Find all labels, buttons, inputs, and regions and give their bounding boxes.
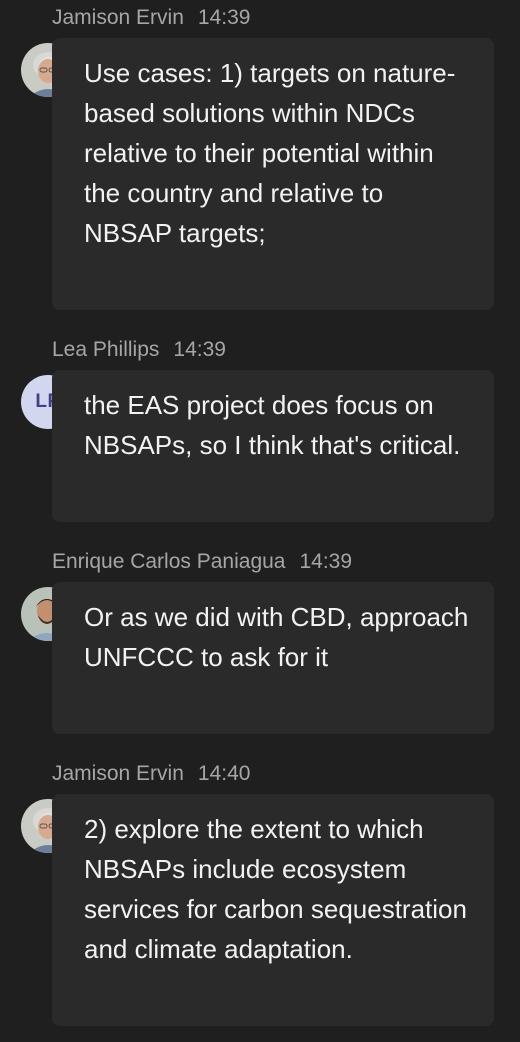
message-bubble[interactable]: the EAS project does focus on NBSAPs, so… xyxy=(52,370,494,522)
author-name[interactable]: Enrique Carlos Paniagua xyxy=(52,550,285,573)
message-header: Jamison Ervin 14:40 xyxy=(52,760,250,788)
message-time: 14:39 xyxy=(299,550,353,573)
message-bubble[interactable]: Or as we did with CBD, approach UNFCCC t… xyxy=(52,582,494,734)
message-text: the EAS project does focus on NBSAPs, so… xyxy=(84,390,461,460)
message-time: 14:39 xyxy=(173,338,226,361)
message-header: Jamison Ervin 14:39 xyxy=(52,4,250,32)
message-text: 2) explore the extent to which NBSAPs in… xyxy=(84,814,467,964)
author-name[interactable]: Lea Phillips xyxy=(52,338,159,361)
message-text: Or as we did with CBD, approach UNFCCC t… xyxy=(84,602,469,672)
message-bubble[interactable]: 2) explore the extent to which NBSAPs in… xyxy=(52,794,494,1026)
author-name[interactable]: Jamison Ervin xyxy=(52,762,184,785)
message-header: Enrique Carlos Paniagua 14:39 xyxy=(52,548,352,576)
message-header: Lea Phillips 14:39 xyxy=(52,336,226,364)
chat-thread: Jamison Ervin 14:39 Use cases: 1) targets… xyxy=(0,0,520,1042)
author-name[interactable]: Jamison Ervin xyxy=(52,6,184,29)
message-time: 14:40 xyxy=(197,762,251,785)
message-text: Use cases: 1) targets on nature-based so… xyxy=(84,58,456,248)
message-time: 14:39 xyxy=(197,6,251,29)
message-bubble[interactable]: Use cases: 1) targets on nature-based so… xyxy=(52,38,494,310)
